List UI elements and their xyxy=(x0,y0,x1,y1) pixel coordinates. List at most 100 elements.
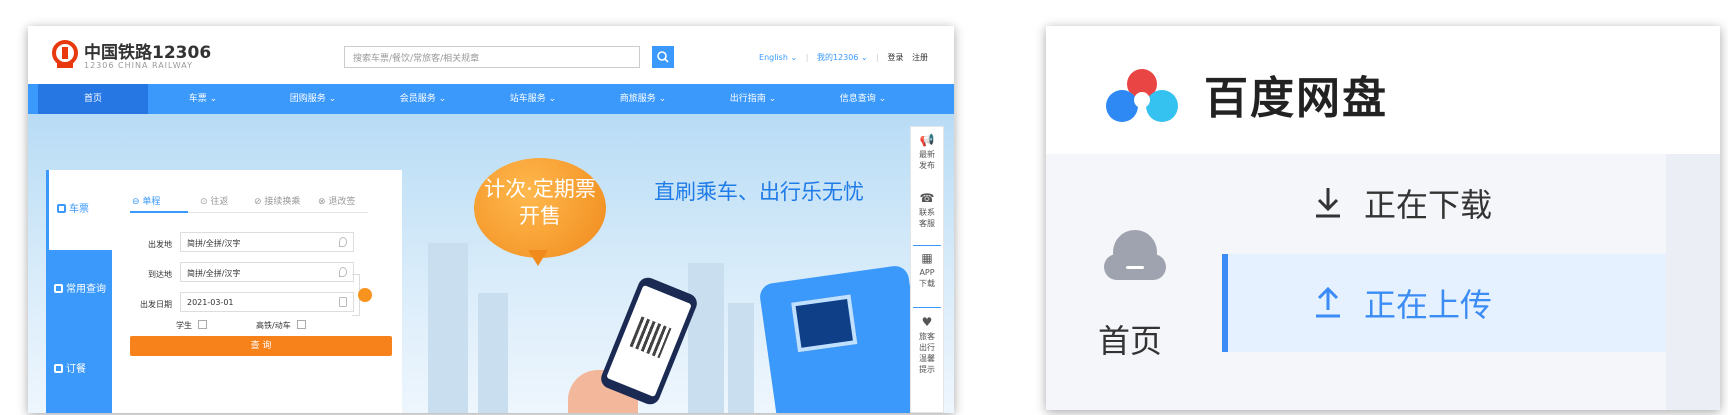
highspeed-label: 高铁/动车 xyxy=(256,321,291,330)
side-tab-common-query[interactable]: 常用查询 xyxy=(46,250,112,330)
city-building xyxy=(728,303,754,413)
link-separator: | xyxy=(805,53,809,62)
departure-date-input[interactable]: 2021-03-01 xyxy=(180,292,354,312)
side-tab-label: 订餐 xyxy=(66,364,86,375)
trip-type-label: 接续换乘 xyxy=(264,197,301,207)
calendar-icon xyxy=(339,297,347,307)
to-station-value: 简拼/全拼/汉字 xyxy=(187,269,241,278)
nav-travel-guide[interactable]: 出行指南 ⌄ xyxy=(698,84,808,114)
app-title: 百度网盘 xyxy=(1204,73,1388,124)
qr-code-icon xyxy=(629,316,672,359)
trip-type-one-way[interactable]: ⊖ 单程 xyxy=(132,194,160,207)
rail-label: APP xyxy=(919,268,935,277)
baidu-netdisk-logo-icon[interactable] xyxy=(1094,64,1190,128)
train-icon xyxy=(57,204,66,213)
site-header: 中国铁路12306 12306 CHINA RAILWAY 搜索车票/餐饮/常旅… xyxy=(28,26,954,84)
row-uploading[interactable]: 正在上传 xyxy=(1222,254,1666,352)
brand-name[interactable]: 中国铁路12306 xyxy=(84,38,211,63)
rail-latest-news[interactable]: 📢 最新 发布 xyxy=(911,133,943,171)
rail-label: 旅客 xyxy=(919,332,935,341)
location-pin-icon xyxy=(339,237,347,247)
nav-tickets[interactable]: 车票 ⌄ xyxy=(148,84,258,114)
nav-business-service[interactable]: 商旅服务 ⌄ xyxy=(588,84,698,114)
city-building xyxy=(428,243,468,413)
search-icon xyxy=(657,51,669,63)
row-label: 正在上传 xyxy=(1364,286,1493,324)
side-tab-meal-order[interactable]: 订餐 xyxy=(46,330,112,410)
railway-12306-window: 中国铁路12306 12306 CHINA RAILWAY 搜索车票/餐饮/常旅… xyxy=(28,26,954,413)
ticket-kiosk-illustration xyxy=(758,264,928,413)
promo-banner[interactable]: 计次·定期票 开售 直刷乘车、出行乐无忧 车票 常用查询 订餐 ⊖ 单程 ⊙ 往… xyxy=(28,114,954,413)
document-icon xyxy=(54,284,63,293)
promo-line-1: 计次·定期票 xyxy=(484,177,596,201)
header-links: English ⌄ | 我的12306 ⌄ | 登录 注册 xyxy=(753,52,928,63)
side-rail: 📢 最新 发布 ☎ 联系 客服 ▦ APP 下载 ♥ 旅客 出行 温馨 提示 xyxy=(910,126,944,413)
search-placeholder: 搜索车票/餐饮/常旅客/相关规章 xyxy=(353,54,480,64)
city-building xyxy=(478,293,508,413)
phone-icon: ☎ xyxy=(919,191,935,205)
meal-icon xyxy=(54,364,63,373)
from-label: 出发地 xyxy=(148,240,172,249)
rail-label: 下载 xyxy=(919,279,935,288)
to-label: 到达地 xyxy=(148,270,172,279)
swap-stations-button[interactable] xyxy=(358,288,372,302)
qr-icon: ▦ xyxy=(921,251,933,265)
sidebar-item-home[interactable]: 首页 xyxy=(1098,316,1162,362)
trip-type-transfer[interactable]: ⊘ 接续换乘 xyxy=(254,194,300,207)
register-link[interactable]: 注册 xyxy=(912,53,928,62)
nav-station-service[interactable]: 站车服务 ⌄ xyxy=(478,84,588,114)
side-tab-label: 车票 xyxy=(69,204,89,215)
from-station-input[interactable]: 简拼/全拼/汉字 xyxy=(180,232,354,252)
rail-label: 发布 xyxy=(919,161,935,170)
railway-logo-icon[interactable] xyxy=(50,40,80,70)
trip-type-label: 往返 xyxy=(210,197,229,207)
megaphone-icon: 📢 xyxy=(919,133,935,147)
my-account-link[interactable]: 我的12306 ⌄ xyxy=(817,53,868,62)
search-input[interactable]: 搜索车票/餐饮/常旅客/相关规章 xyxy=(344,46,640,68)
side-tab-tickets[interactable]: 车票 xyxy=(46,170,112,250)
nav-info-query[interactable]: 信息查询 ⌄ xyxy=(808,84,918,114)
highspeed-checkbox[interactable]: 高铁/动车 xyxy=(256,320,306,331)
home-cloud-icon[interactable] xyxy=(1098,226,1172,288)
rail-app-download[interactable]: ▦ APP 下载 xyxy=(911,251,943,289)
language-switch[interactable]: English ⌄ xyxy=(759,53,797,62)
rail-label: 温馨 xyxy=(919,354,935,363)
rail-label: 客服 xyxy=(919,219,935,228)
checkbox-icon xyxy=(296,320,306,329)
row-downloading[interactable]: 正在下载 xyxy=(1222,154,1666,252)
kiosk-screen xyxy=(791,294,858,353)
checkbox-icon xyxy=(198,320,207,329)
student-checkbox[interactable]: 学生 xyxy=(176,320,207,331)
rail-travel-tips[interactable]: ♥ 旅客 出行 温馨 提示 xyxy=(911,315,943,375)
trip-tab-underline xyxy=(130,211,188,213)
promo-bubble-tail xyxy=(528,250,548,266)
nav-group-service[interactable]: 团购服务 ⌄ xyxy=(258,84,368,114)
city-building xyxy=(688,263,724,413)
phone-screen xyxy=(606,284,692,398)
departure-date-value: 2021-03-01 xyxy=(187,298,234,307)
trip-type-round-trip[interactable]: ⊙ 往返 xyxy=(200,194,228,207)
rail-label: 联系 xyxy=(919,208,935,217)
login-link[interactable]: 登录 xyxy=(887,53,903,62)
rail-contact-support[interactable]: ☎ 联系 客服 xyxy=(911,191,943,229)
netdisk-header: 百度网盘 xyxy=(1046,26,1720,154)
trip-type-refund-change[interactable]: ⊗ 退改签 xyxy=(318,194,355,207)
link-separator: | xyxy=(876,53,879,62)
heart-icon: ♥ xyxy=(921,315,933,329)
search-button[interactable] xyxy=(652,46,674,68)
nav-member-service[interactable]: 会员服务 ⌄ xyxy=(368,84,478,114)
ticket-booking-panel: 车票 常用查询 订餐 ⊖ 单程 ⊙ 往返 ⊘ 接续换乘 ⊗ 退改签 出发地 简拼… xyxy=(46,170,402,413)
booking-side-tabs: 车票 常用查询 订餐 xyxy=(46,170,112,413)
rail-label: 提示 xyxy=(919,365,935,374)
nav-home[interactable]: 首页 xyxy=(38,84,148,114)
to-station-input[interactable]: 简拼/全拼/汉字 xyxy=(180,262,354,282)
query-button[interactable]: 查 询 xyxy=(130,336,392,356)
promo-bubble-text: 计次·定期票 开售 xyxy=(474,176,606,230)
from-station-value: 简拼/全拼/汉字 xyxy=(187,239,241,248)
rail-label: 出行 xyxy=(919,343,935,352)
phone-illustration xyxy=(598,274,700,408)
promo-slogan: 直刷乘车、出行乐无忧 xyxy=(654,180,864,204)
download-icon xyxy=(1316,188,1340,218)
rail-divider xyxy=(913,307,941,308)
student-label: 学生 xyxy=(176,321,192,330)
